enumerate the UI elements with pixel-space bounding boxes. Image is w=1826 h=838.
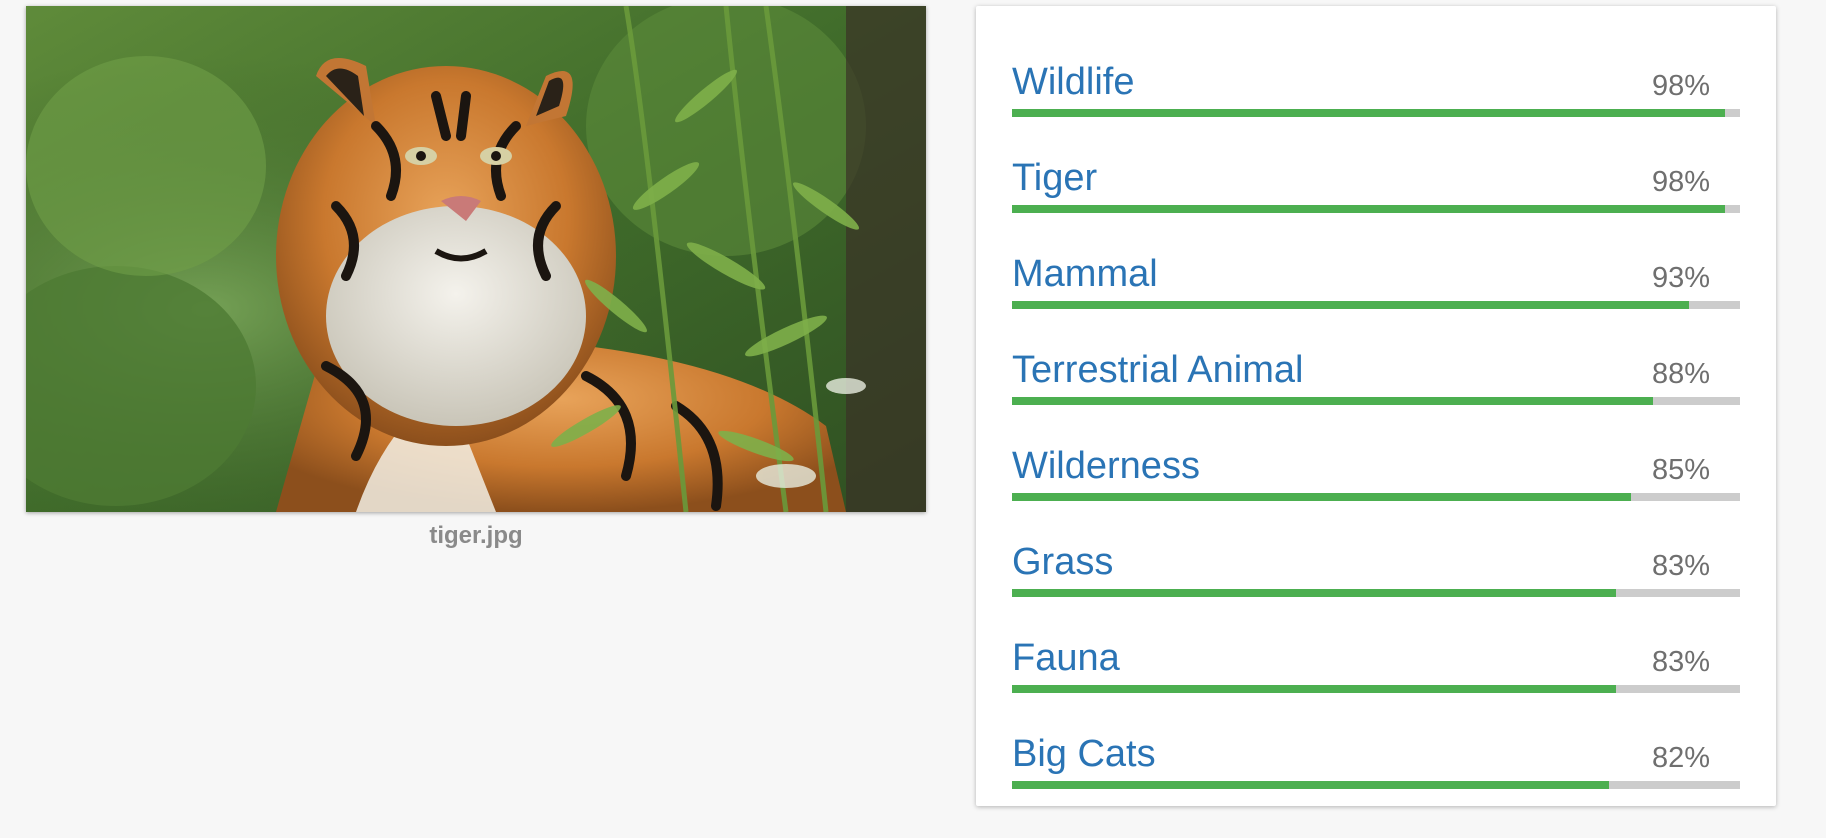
score-bar-fill bbox=[1012, 685, 1617, 693]
image-preview[interactable] bbox=[26, 6, 926, 512]
score-bar-track bbox=[1012, 589, 1740, 597]
score-bar-fill bbox=[1012, 205, 1726, 213]
label-row-grass: Grass 83% bbox=[1012, 538, 1740, 618]
label-row-tiger: Tiger 98% bbox=[1012, 154, 1740, 234]
label-score: 85% bbox=[1651, 454, 1710, 486]
label-score: 98% bbox=[1651, 70, 1710, 102]
label-row-big-cats: Big Cats 82% bbox=[1012, 730, 1740, 810]
label-row-fauna: Fauna 83% bbox=[1012, 634, 1740, 714]
label-name: Mammal bbox=[1012, 253, 1158, 295]
page: tiger.jpg Wildlife 98% Tiger 98% Mammal … bbox=[0, 0, 1826, 838]
score-bar-track bbox=[1012, 685, 1740, 693]
label-row-mammal: Mammal 93% bbox=[1012, 250, 1740, 330]
labels-panel: Wildlife 98% Tiger 98% Mammal 93% Terres… bbox=[976, 6, 1776, 806]
score-bar-track bbox=[1012, 781, 1740, 789]
score-bar-fill bbox=[1012, 397, 1653, 405]
score-bar-fill bbox=[1012, 493, 1631, 501]
image-filename: tiger.jpg bbox=[429, 522, 523, 549]
label-score: 82% bbox=[1651, 742, 1710, 774]
score-bar-track bbox=[1012, 301, 1740, 309]
label-score: 88% bbox=[1651, 358, 1710, 390]
score-bar-track bbox=[1012, 109, 1740, 117]
label-name: Big Cats bbox=[1012, 733, 1156, 775]
score-bar-fill bbox=[1012, 781, 1609, 789]
label-score: 98% bbox=[1651, 166, 1710, 198]
label-score: 83% bbox=[1651, 646, 1710, 678]
score-bar-track bbox=[1012, 493, 1740, 501]
label-name: Fauna bbox=[1012, 637, 1120, 679]
label-score: 83% bbox=[1651, 550, 1710, 582]
label-name: Tiger bbox=[1012, 157, 1098, 199]
score-bar-track bbox=[1012, 397, 1740, 405]
score-bar-fill bbox=[1012, 301, 1690, 309]
label-row-wildlife: Wildlife 98% bbox=[1012, 58, 1740, 138]
label-row-terrestrial-animal: Terrestrial Animal 88% bbox=[1012, 346, 1740, 426]
label-name: Wildlife bbox=[1012, 61, 1135, 103]
label-name: Wilderness bbox=[1012, 445, 1200, 487]
label-score: 93% bbox=[1651, 262, 1710, 294]
score-bar-fill bbox=[1012, 589, 1617, 597]
score-bar-fill bbox=[1012, 109, 1726, 117]
label-name: Terrestrial Animal bbox=[1012, 349, 1304, 391]
label-name: Grass bbox=[1012, 541, 1114, 583]
tiger-photo bbox=[26, 6, 926, 512]
label-row-wilderness: Wilderness 85% bbox=[1012, 442, 1740, 522]
score-bar-track bbox=[1012, 205, 1740, 213]
